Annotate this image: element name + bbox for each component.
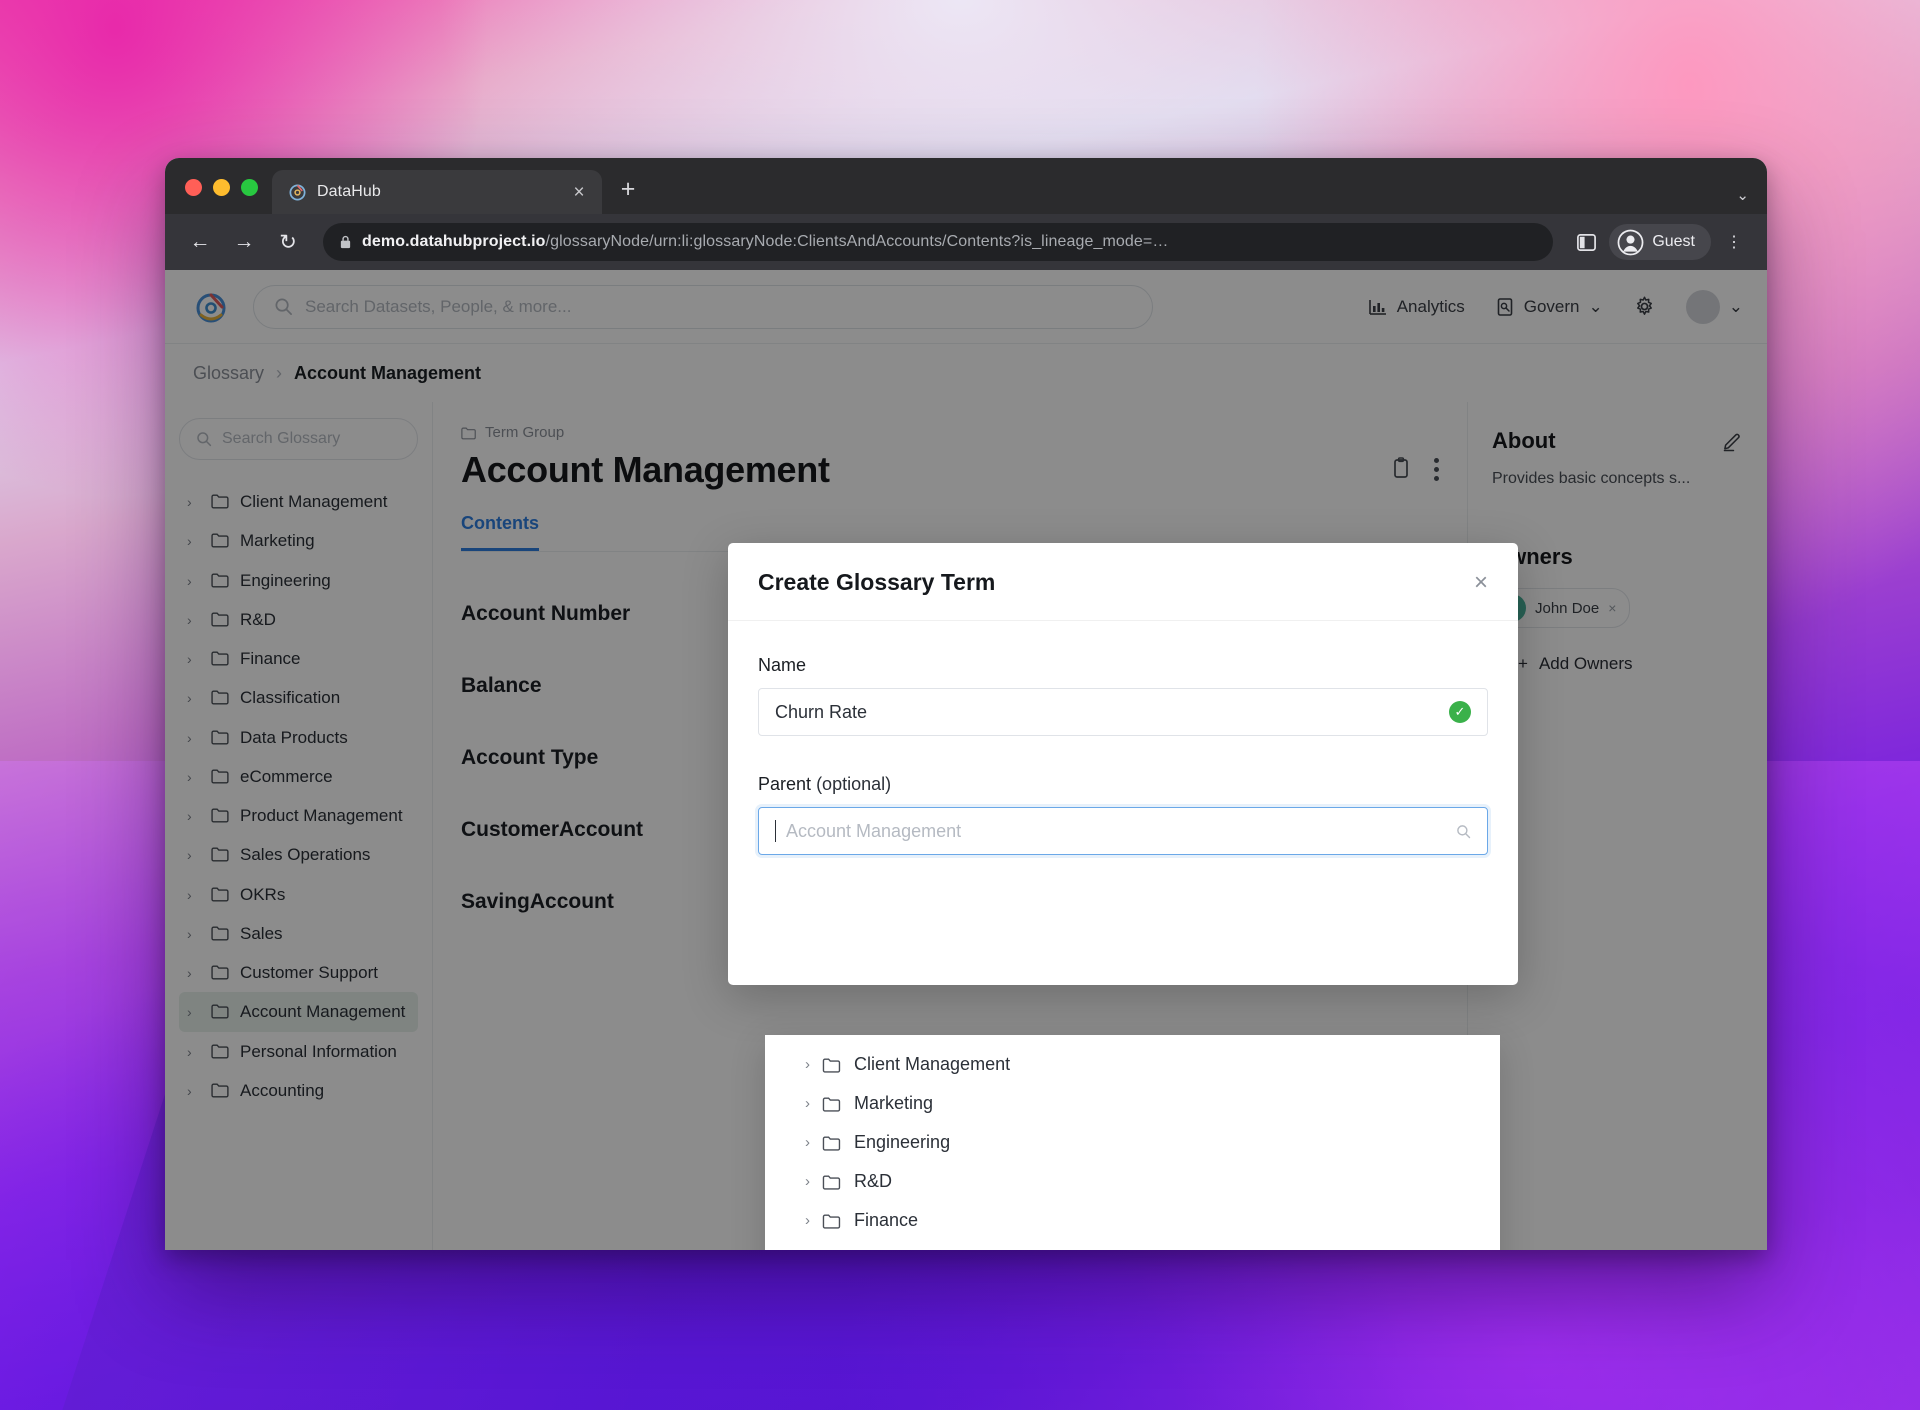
modal-body: Name Churn Rate ✓ Parent (optional) Acco… xyxy=(728,621,1518,985)
parent-field-label: Parent (optional) xyxy=(758,774,1488,795)
datahub-logo-icon xyxy=(288,183,307,202)
folder-icon xyxy=(822,1135,842,1151)
parent-label-text: Parent xyxy=(758,774,812,794)
tab-title: DataHub xyxy=(317,183,381,200)
parent-select-dropdown[interactable]: › Client Management › Marketing › Engineering… xyxy=(765,1035,1500,1250)
minimize-window-button[interactable] xyxy=(213,179,230,196)
dropdown-item-label: Finance xyxy=(854,1210,919,1230)
dropdown-item-label: Classification xyxy=(854,1249,960,1250)
dropdown-item-finance[interactable]: › Finance xyxy=(765,1201,1500,1240)
datahub-page: Search Datasets, People, & more... Analy… xyxy=(165,270,1767,1250)
modal-title: Create Glossary Term xyxy=(758,569,996,595)
text-caret xyxy=(775,820,776,842)
browser-menu-icon[interactable]: ⋮ xyxy=(1717,225,1751,259)
folder-icon xyxy=(822,1057,842,1073)
dropdown-item-r-d[interactable]: › R&D xyxy=(765,1162,1500,1201)
parent-input-placeholder: Account Management xyxy=(786,820,962,841)
dropdown-item-label: Client Management xyxy=(854,1054,1011,1074)
profile-button[interactable]: Guest xyxy=(1609,224,1711,260)
modal-footer-space xyxy=(758,855,1488,951)
folder-icon xyxy=(822,1174,842,1190)
chevron-right-icon[interactable]: › xyxy=(805,1056,810,1073)
chevron-right-icon[interactable]: › xyxy=(805,1095,810,1112)
create-glossary-term-modal: Create Glossary Term × Name Churn Rate ✓… xyxy=(728,543,1518,985)
name-input-value: Churn Rate xyxy=(775,701,868,722)
chevron-right-icon[interactable]: › xyxy=(805,1134,810,1151)
new-tab-button[interactable]: + xyxy=(608,170,648,214)
name-field-label: Name xyxy=(758,655,807,675)
chevron-right-icon[interactable]: › xyxy=(805,1212,810,1229)
name-input[interactable]: Churn Rate ✓ xyxy=(758,688,1488,736)
modal-header: Create Glossary Term × xyxy=(728,543,1518,621)
dropdown-item-classification[interactable]: ›Classification xyxy=(765,1240,1500,1250)
chevron-right-icon[interactable]: › xyxy=(805,1173,810,1190)
parent-label-optional: (optional) xyxy=(816,774,892,794)
close-window-button[interactable] xyxy=(185,179,202,196)
dropdown-item-label: Marketing xyxy=(854,1093,934,1113)
url-domain: demo.datahubproject.io xyxy=(362,233,546,250)
dropdown-item-label: Engineering xyxy=(854,1132,951,1152)
profile-label: Guest xyxy=(1652,233,1695,250)
search-icon xyxy=(1456,824,1471,839)
lock-icon xyxy=(339,235,352,250)
browser-tabstrip: DataHub × + ⌄ xyxy=(165,158,1767,214)
browser-window: DataHub × + ⌄ ← → ↻ demo.datahubproject.… xyxy=(165,158,1767,1250)
dropdown-item-engineering[interactable]: › Engineering xyxy=(765,1123,1500,1162)
maximize-window-button[interactable] xyxy=(241,179,258,196)
dropdown-item-client-management[interactable]: › Client Management xyxy=(765,1045,1500,1084)
chevron-down-icon[interactable]: ⌄ xyxy=(1736,186,1749,204)
reload-button[interactable]: ↻ xyxy=(269,223,307,261)
folder-icon xyxy=(822,1096,842,1112)
window-traffic-lights[interactable] xyxy=(179,179,272,214)
field-spacer xyxy=(758,736,1488,774)
url-path: /glossaryNode/urn:li:glossaryNode:Client… xyxy=(545,233,1169,250)
dropdown-item-marketing[interactable]: › Marketing xyxy=(765,1084,1500,1123)
browser-tab-datahub[interactable]: DataHub × xyxy=(272,170,602,214)
back-button[interactable]: ← xyxy=(181,223,219,261)
split-panel-icon[interactable] xyxy=(1569,225,1603,259)
avatar-icon xyxy=(1617,229,1644,256)
close-icon[interactable]: × xyxy=(568,181,590,203)
address-bar-url: demo.datahubproject.io/glossaryNode/urn:… xyxy=(362,233,1168,251)
browser-toolbar: ← → ↻ demo.datahubproject.io/glossaryNod… xyxy=(165,214,1767,270)
address-bar[interactable]: demo.datahubproject.io/glossaryNode/urn:… xyxy=(323,223,1554,261)
check-icon: ✓ xyxy=(1449,701,1471,723)
close-icon[interactable]: × xyxy=(1474,570,1488,595)
dropdown-item-label: R&D xyxy=(854,1171,893,1191)
parent-select-input[interactable]: Account Management xyxy=(758,807,1488,855)
folder-icon xyxy=(822,1213,842,1229)
forward-button[interactable]: → xyxy=(225,223,263,261)
